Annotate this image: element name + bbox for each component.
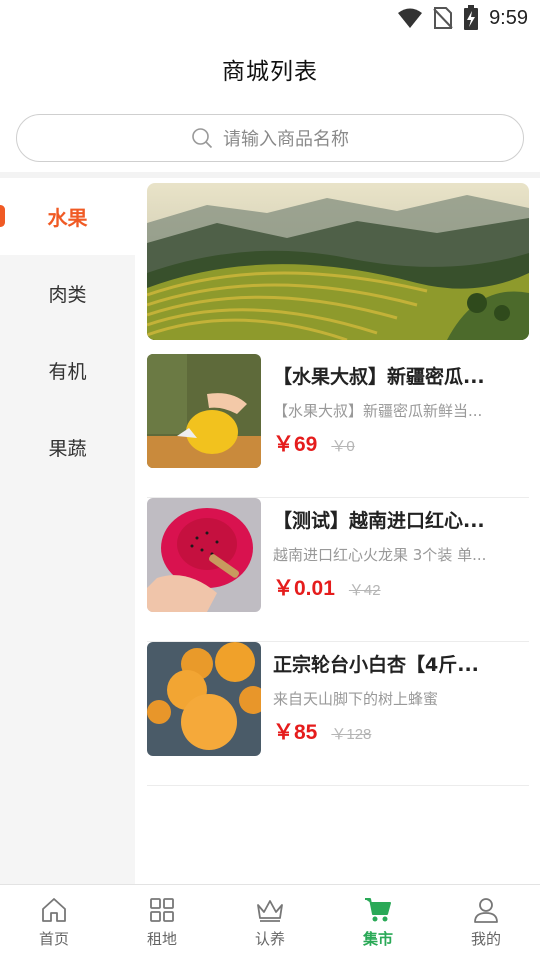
tab-mine[interactable]: 我的 (432, 885, 540, 960)
crown-icon (257, 900, 283, 922)
product-original-price: ￥128 (331, 726, 372, 743)
price-row: ￥85 ￥128 (273, 716, 371, 746)
tab-market[interactable]: 集市 (324, 885, 432, 960)
status-icons: 9:59 (397, 4, 528, 32)
search-placeholder: 请输入商品名称 (223, 129, 349, 150)
melon-thumbnail (147, 354, 261, 468)
category-item-produce[interactable]: 果蔬 (0, 409, 135, 486)
user-icon (474, 898, 498, 923)
tab-home[interactable]: 首页 (0, 885, 108, 960)
product-info: 正宗轮台小白杏【4斤... 来自天山脚下的树上蜂蜜 ￥85 ￥128 (273, 642, 529, 756)
product-item[interactable]: 正宗轮台小白杏【4斤... 来自天山脚下的树上蜂蜜 ￥85 ￥128 (147, 642, 529, 786)
status-time: 9:59 (489, 6, 528, 29)
product-original-price: ￥42 (348, 582, 381, 599)
product-title: 【测试】越南进口红心... (273, 510, 485, 532)
grid-icon (150, 898, 174, 922)
page-header: 商城列表 (0, 36, 540, 102)
search-icon (192, 128, 213, 149)
product-title: 正宗轮台小白杏【4斤... (273, 654, 479, 676)
category-item-fruit[interactable]: 水果 (0, 178, 135, 255)
category-item-meat[interactable]: 肉类 (0, 255, 135, 332)
tab-label: 集市 (362, 930, 393, 948)
banner-image[interactable] (147, 183, 529, 340)
product-item[interactable]: 【测试】越南进口红心... 越南进口红心火龙果 3个装 单... ￥0.01 ￥… (147, 498, 529, 642)
wifi-icon (398, 8, 423, 28)
tab-rent-land[interactable]: 租地 (108, 885, 216, 960)
product-info: 【水果大叔】新疆密瓜... 【水果大叔】新疆密瓜新鲜当... ￥69 ￥0 (273, 354, 529, 468)
product-price: ￥69 (273, 433, 318, 456)
category-sidebar: 水果 肉类 有机 果蔬 (0, 178, 135, 884)
tab-label: 租地 (146, 930, 177, 948)
tab-label: 首页 (38, 930, 69, 948)
product-list: 【水果大叔】新疆密瓜... 【水果大叔】新疆密瓜新鲜当... ￥69 ￥0 【测… (135, 178, 540, 884)
product-description: 越南进口红心火龙果 3个装 单... (273, 546, 487, 564)
search-input[interactable]: 请输入商品名称 (16, 114, 524, 162)
price-row: ￥69 ￥0 (273, 428, 355, 458)
tab-label: 认养 (254, 930, 285, 948)
product-info: 【测试】越南进口红心... 越南进口红心火龙果 3个装 单... ￥0.01 ￥… (273, 498, 529, 612)
battery-charging-icon (464, 5, 479, 30)
tab-label: 我的 (470, 930, 501, 948)
home-icon (42, 898, 66, 922)
apricot-thumbnail (147, 642, 261, 756)
cart-icon (365, 898, 391, 922)
product-price: ￥85 (273, 721, 318, 744)
page-title: 商城列表 (222, 59, 318, 85)
category-item-organic[interactable]: 有机 (0, 332, 135, 409)
product-item[interactable]: 【水果大叔】新疆密瓜... 【水果大叔】新疆密瓜新鲜当... ￥69 ￥0 (147, 354, 529, 498)
price-row: ￥0.01 ￥42 (273, 572, 381, 602)
status-bar: 9:59 (0, 0, 540, 36)
tab-adopt[interactable]: 认养 (216, 885, 324, 960)
product-price: ￥0.01 (273, 577, 335, 600)
dragon-fruit-thumbnail (147, 498, 261, 612)
product-description: 【水果大叔】新疆密瓜新鲜当... (273, 402, 483, 420)
no-sim-icon (433, 7, 453, 29)
bottom-tab-bar: 首页 租地 认养 集市 我的 (0, 884, 540, 960)
product-description: 来自天山脚下的树上蜂蜜 (273, 690, 439, 708)
product-title: 【水果大叔】新疆密瓜... (273, 366, 485, 388)
product-original-price: ￥0 (331, 438, 355, 455)
